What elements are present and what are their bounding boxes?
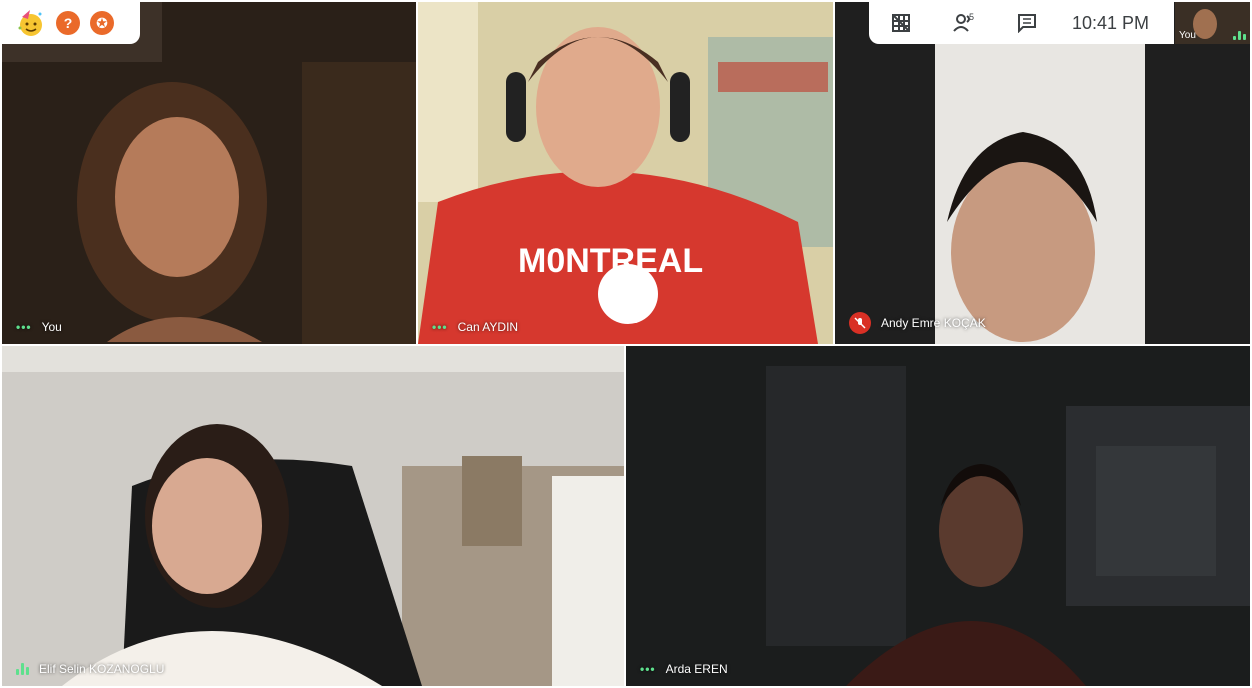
video-tile-arda-eren[interactable]: ••• Arda EREN bbox=[626, 346, 1250, 686]
video-feed bbox=[2, 2, 416, 344]
top-left-toolbar: ? ✪ bbox=[2, 2, 140, 44]
participant-name: You bbox=[41, 320, 62, 334]
people-count: 5 bbox=[969, 12, 975, 22]
participant-label: Elif Selin KOZANOGLU bbox=[16, 662, 164, 676]
clock-time: 10:41 PM bbox=[1072, 12, 1150, 33]
audio-indicator-icon: ••• bbox=[432, 320, 448, 334]
participant-name: Arda EREN bbox=[665, 662, 728, 676]
audio-level-icon bbox=[16, 663, 29, 675]
video-tile-you[interactable]: ••• You bbox=[2, 2, 416, 344]
participant-label: ••• Arda EREN bbox=[640, 662, 728, 676]
participant-name: Andy Emre KOÇAK bbox=[881, 316, 986, 330]
tile-layout-icon bbox=[891, 14, 910, 32]
participant-label: ••• You bbox=[16, 320, 62, 334]
self-audio-level-icon bbox=[1233, 28, 1246, 40]
participant-label: ••• Can AYDIN bbox=[432, 320, 518, 334]
participant-name: Can AYDIN bbox=[457, 320, 519, 334]
video-tile-can-aydin[interactable]: M0NTREAL ••• Can AYDIN bbox=[418, 2, 833, 344]
tile-layout-button[interactable] bbox=[869, 2, 932, 44]
self-preview-thumbnail[interactable]: You bbox=[1175, 2, 1250, 44]
meeting-top-bar: 5 10:41 PM bbox=[869, 2, 1174, 44]
video-feed bbox=[835, 2, 1250, 344]
mic-off-icon bbox=[849, 312, 871, 334]
help-icon[interactable]: ? bbox=[56, 11, 80, 35]
participant-label: Andy Emre KOÇAK bbox=[849, 312, 986, 334]
video-tile-elif-selin-kozanoglu[interactable]: Elif Selin KOZANOGLU bbox=[2, 346, 624, 686]
chat-icon bbox=[1017, 14, 1036, 33]
people-button[interactable]: 5 bbox=[932, 2, 995, 44]
video-tile-andy-emre-kocak[interactable]: Andy Emre KOÇAK bbox=[835, 2, 1250, 344]
svg-text:M0NTREAL: M0NTREAL bbox=[518, 242, 703, 280]
party-emoji-icon[interactable] bbox=[16, 8, 46, 38]
chat-button[interactable] bbox=[995, 2, 1058, 44]
activities-icon[interactable]: ✪ bbox=[90, 11, 114, 35]
audio-indicator-icon: ••• bbox=[16, 320, 32, 334]
participant-name: Elif Selin KOZANOGLU bbox=[39, 662, 165, 676]
video-feed bbox=[2, 346, 624, 686]
self-preview-label: You bbox=[1179, 30, 1196, 41]
video-feed: M0NTREAL bbox=[418, 2, 833, 344]
audio-indicator-icon: ••• bbox=[640, 662, 656, 676]
video-feed bbox=[626, 346, 1250, 686]
